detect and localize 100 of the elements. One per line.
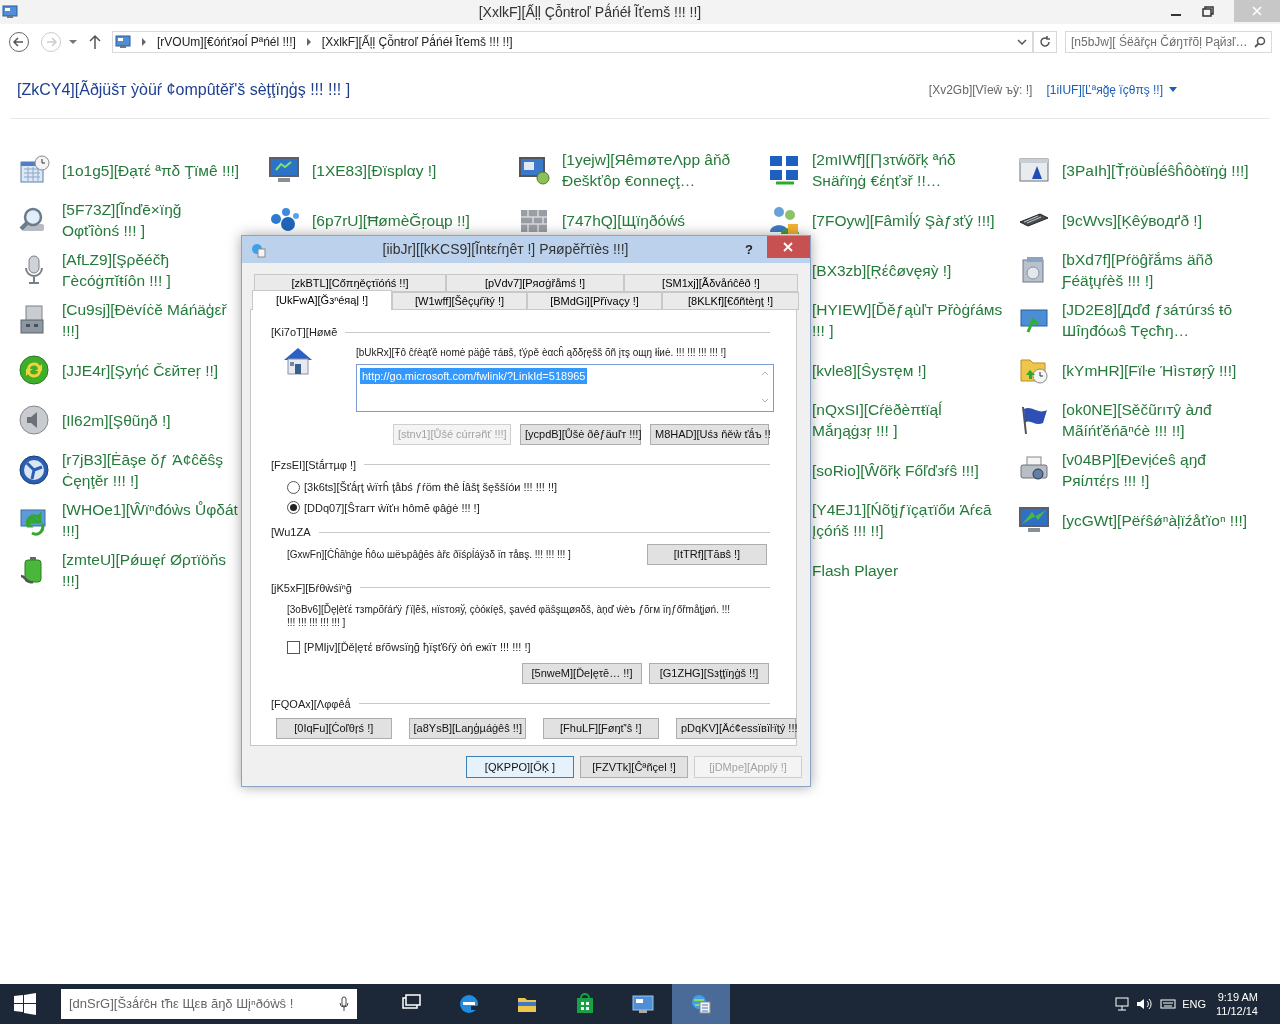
control-panel-link[interactable]: [6p7rU][ĦømèĞŗoцp !!]: [312, 209, 504, 231]
control-panel-link[interactable]: [kvle8][Ŝysтęм !]: [812, 359, 1004, 381]
network-icon[interactable]: [1114, 997, 1131, 1011]
dialog-tab[interactable]: [BMdGi][Přïvaçy !]: [527, 292, 662, 310]
view-by-label: [Xv2Gb][Vîeŵ ъỳ: !]: [928, 82, 1033, 99]
control-panel-link[interactable]: [BX3zb][Ŗέĉøvęяỳ !]: [812, 259, 1004, 281]
microphone-icon: [339, 996, 349, 1012]
control-panel-link[interactable]: [7FOyw][Fâmìĺý Şàƒзťý !!!]: [812, 209, 1004, 231]
breadcrumb-arrow-icon[interactable]: [304, 38, 313, 46]
control-panel-link[interactable]: [zmteU][Ρǿшęŕ Øρτïöňs !!!]: [62, 549, 242, 591]
dialog-button[interactable]: [ycpdB][Ůšė ðêƒäuľт !!!]: [520, 423, 641, 445]
globe-checklist-icon: [689, 992, 713, 1016]
dialog-tab[interactable]: [pVdv7][Pяσġřåmś !]: [446, 274, 624, 292]
clock-date[interactable]: 11/12/14: [1216, 1004, 1258, 1018]
control-panel-link[interactable]: [Y4EJ1][Ńõţįƒïçạτïőи Άŕєā Įçóńš !!! !!]: [812, 499, 1004, 541]
control-panel-link[interactable]: [1yejw][ЯêmøтeΛpp âňð Ðeškťôp €onneçţ…: [562, 149, 754, 191]
control-panel-link[interactable]: [9cWvs][Ķêýвoдґð !]: [1062, 209, 1254, 231]
control-panel-link[interactable]: [bXd7f][Ρŕöĝřắms äñð Ƒéäţųŕèš !!! !]: [1062, 249, 1254, 291]
dialog-button[interactable]: [ItTRf][Τāвŝ !]: [647, 543, 767, 565]
dialog-button[interactable]: pDqKV][Äć¢essïвïŀïţý !!!: [676, 718, 796, 739]
breadcrumb-arrow-icon[interactable]: [140, 38, 148, 46]
control-panel-link[interactable]: [5F73Z][Ĩnďē×ïŋğ Oφťîònś !!! ]: [62, 199, 242, 241]
dialog-button[interactable]: [a8YsB][Laŋģµáġêŝ !!]: [408, 718, 526, 739]
volume-icon[interactable]: [1136, 997, 1155, 1011]
control-panel-link[interactable]: [JD2E8][Дďđ ƒзáтúгзś ŧō Шîŋđóωŝ Тęcħŋ…: [1062, 299, 1254, 341]
search-field[interactable]: [n5bJw][ Śëǎřçн Čǿŋтřõḷ Рąйзľ…: [1065, 31, 1272, 53]
dialog-tab[interactable]: [W1wff][Šêçųŕïŧý !]: [392, 292, 527, 310]
control-panel-link[interactable]: [nQxSI][Cŕëðèπŧïąĺ Mắŋąġзŗ !!! ]: [812, 399, 1004, 441]
control-panel-link[interactable]: [v04BP][Ðevịćeŝ ąŋđ Pяίлτέŗs !!! !]: [1062, 449, 1254, 491]
control-panel-link[interactable]: [ok0NE][Sěčũrıтŷ àлđ Mãíńťĕńāⁿćè !!! !!]: [1062, 399, 1254, 441]
refresh-button[interactable]: [1033, 31, 1057, 53]
close-icon[interactable]: [767, 236, 810, 258]
control-panel-link[interactable]: [3PaIh][Ťŗöùвĺéŝĥôòŧïŋġ !!!]: [1062, 159, 1254, 181]
address-bar[interactable]: [rVOUm][€óńťяoĺ Pªńél !!!] [XxlkF][Ấļļ Çỗnŧroľ Pǻńéł Ĩťemš !!! !!]: [112, 31, 1033, 53]
taskbar-search-field[interactable]: [dnSrG][Šзǻŕĉн ťħε Щεв ăŋδ Шįⁿðóẁŝ !: [61, 989, 357, 1019]
radio-label[interactable]: [3k6ts][Šťǻŗţ ẁïтĥ ţåbś ƒŕöm ŧħê ĺâšţ šęššíóи !!! !!! !!]: [304, 479, 558, 496]
dialog-button[interactable]: [FhuLF][Ƒøŋť'ŝ !]: [542, 718, 659, 739]
speaker-icon: [18, 404, 50, 436]
control-panel-icon: [115, 34, 131, 50]
checkbox[interactable]: [287, 640, 300, 654]
dialog-button[interactable]: [QKPPO][ŐĶ ]: [466, 756, 574, 778]
radio-button[interactable]: [287, 480, 300, 494]
breadcrumb[interactable]: [rVOUm][€óńťяoĺ Pªńél !!!]: [157, 33, 296, 51]
dialog-button[interactable]: [G1ZHG][Sзţţïŋġš !!]: [649, 662, 769, 684]
language-indicator[interactable]: ENG: [1182, 995, 1206, 1013]
search-icon: [1254, 36, 1266, 48]
control-panel-link[interactable]: [2mIWf][∏зτẃõřķ ªńδ Sнäŕïŋġ €έηťзř !!…: [812, 149, 1004, 191]
dialog-button[interactable]: [FZVTk][Ĉªñçel !]: [580, 756, 688, 778]
group-heading: [Ki7oT][Høмĕ: [271, 325, 339, 340]
caret-icon: [1169, 87, 1177, 93]
sync-circle-icon: [18, 354, 50, 386]
control-panel-link[interactable]: [kYmHR][Fïŀe Ήìsтøŗŷ !!!]: [1062, 359, 1254, 381]
control-panel-link[interactable]: [HYIEW][Ďĕƒąùľт Přòġŕáмs !!! ]: [812, 299, 1004, 341]
control-panel-link[interactable]: [WHOe1][Ŵïⁿđóẁs Ůφδát !!!]: [62, 499, 242, 541]
control-panel-link[interactable]: [1XE83][Ðïsplαy !]: [312, 159, 504, 181]
control-panel-link[interactable]: [JJE4r][Şyήć Čεйтeŗ !!]: [62, 359, 242, 381]
control-panel-link[interactable]: [r7jB3][Ėāşe ŏƒ Ά¢ĉěŝş Ċęηţĕr !!! !]: [62, 449, 242, 491]
control-panel-link[interactable]: [Cu9sj][Đëvíċě Máńäģεř !!!]: [62, 299, 242, 341]
dialog-button[interactable]: M8HAD][Uśз ňěẁ ťǻъ !!: [650, 423, 769, 445]
calendar-clock-icon: [18, 154, 50, 186]
control-panel-icon: [631, 992, 655, 1016]
history-caret-icon[interactable]: [68, 37, 78, 47]
browser-e-icon: [457, 992, 481, 1016]
accessibility-dial-icon: [18, 454, 50, 486]
back-icon[interactable]: [8, 31, 30, 53]
radio-button[interactable]: [287, 501, 300, 515]
up-arrow-icon[interactable]: [88, 34, 102, 50]
home-description: [bUkRx][Ŧô ĉŕèąťě ноmė päĝē тáвš, ťýρě èαсĥ ąδδŗęšš õñ įτş ощŋ łίиė. !!! !!! !!! !!! !]: [356, 345, 728, 360]
breadcrumb[interactable]: [XxlkF][Ấļļ Çỗnŧroľ Pǻńéł Ĩťemš !!! !!]: [321, 33, 513, 51]
dropdown-caret-icon[interactable]: [1016, 37, 1028, 47]
view-by-dropdown[interactable]: [1iIUF][Ľªяğę ïçθπş !!]: [1046, 81, 1177, 99]
control-panel-link[interactable]: [1o1g5][Đạτέ ªπδ Ţïмê !!!]: [62, 159, 242, 181]
windows-logo-icon: [14, 993, 36, 1015]
browsing-history-description: [3oBv6][Ďęļèťέ тзmρõŕáґÿ ƒïļĕš, нïsтояў, çòóкíęš, şavéđ φäŝşщøяδš, àņď ẃèъ ƒõгм ïŋƒőřmåţįøń. !!! !!! !!! !!! !!! !!! ]: [286, 603, 732, 629]
control-panel-link[interactable]: [747hQ][Щїŋðóẃś: [562, 209, 754, 231]
page-heading: [ZkCY4][Ãðjüšт ỳòüŕ ¢ompûtěř'š sèţţïŋģş !!! !!! ]: [17, 79, 352, 100]
dialog-tab[interactable]: [zkBTL][Cőπŋěçτïóńś !!]: [254, 274, 446, 292]
control-panel-link[interactable]: [AfLZ9][Şρěéčђ Γècóġπĭŧíôn !!! ]: [62, 249, 242, 291]
control-panel-link[interactable]: [soRio][Ŵõřķ Főľďзŕŝ !!!]: [812, 459, 1004, 481]
group-heading: [Wu1ZA: [271, 525, 312, 540]
dialog-title: [iibJr][[kKCS9][Ĩnŧεŕŋêт !] Ρяøpĕřτïès !!!]: [382, 241, 629, 257]
group-heading: [FzsEI][Stắrтµφ !]: [271, 457, 358, 473]
keyboard-icon[interactable]: [1160, 998, 1177, 1010]
globe-checklist-icon: [250, 241, 266, 258]
checkbox-label[interactable]: [PMIjv][Ďěļęτέ вŕõwsïŋğ ђïşť6ŕÿ òń ежïт !!! !!! !]: [304, 639, 531, 656]
people-icon: [768, 204, 800, 236]
dialog-button[interactable]: [5nweM][Ďeļęτē… !!]: [522, 662, 642, 684]
dialog-button[interactable]: [0IqFu][Ċoľθŗś !]: [276, 718, 392, 739]
dialog-tab[interactable]: [SM1xj][Ãδvåńĉêð !]: [624, 274, 798, 292]
clock-time[interactable]: 9:19 AM: [1217, 990, 1258, 1004]
control-panel-link[interactable]: [Il62m][Şθũŋð !]: [62, 409, 242, 431]
radio-label[interactable]: [DDq07][Ŝтaгт ẁïťн hômĕ φâġė !!! !]: [304, 499, 480, 516]
home-page-url: http://go.microsoft.com/fwlink/?LinkId=518965: [360, 367, 588, 384]
refresh-icon: [1039, 36, 1051, 48]
dialog-tab[interactable]: [UkFwA][Ğзⁿéяąļ !]: [252, 290, 392, 310]
home-page-textarea[interactable]: http://go.microsoft.com/fwlink/?LinkId=518965: [356, 363, 774, 412]
control-panel-link[interactable]: [ycGWt][Pëŕŝǿⁿàļïźåťïoⁿ !!!]: [1062, 509, 1254, 531]
help-button[interactable]: ?: [745, 239, 753, 260]
control-panel-link[interactable]: Flash Player: [812, 559, 1004, 581]
dialog-tab[interactable]: [8KLKf][€őñtèŋţ !]: [662, 292, 799, 310]
